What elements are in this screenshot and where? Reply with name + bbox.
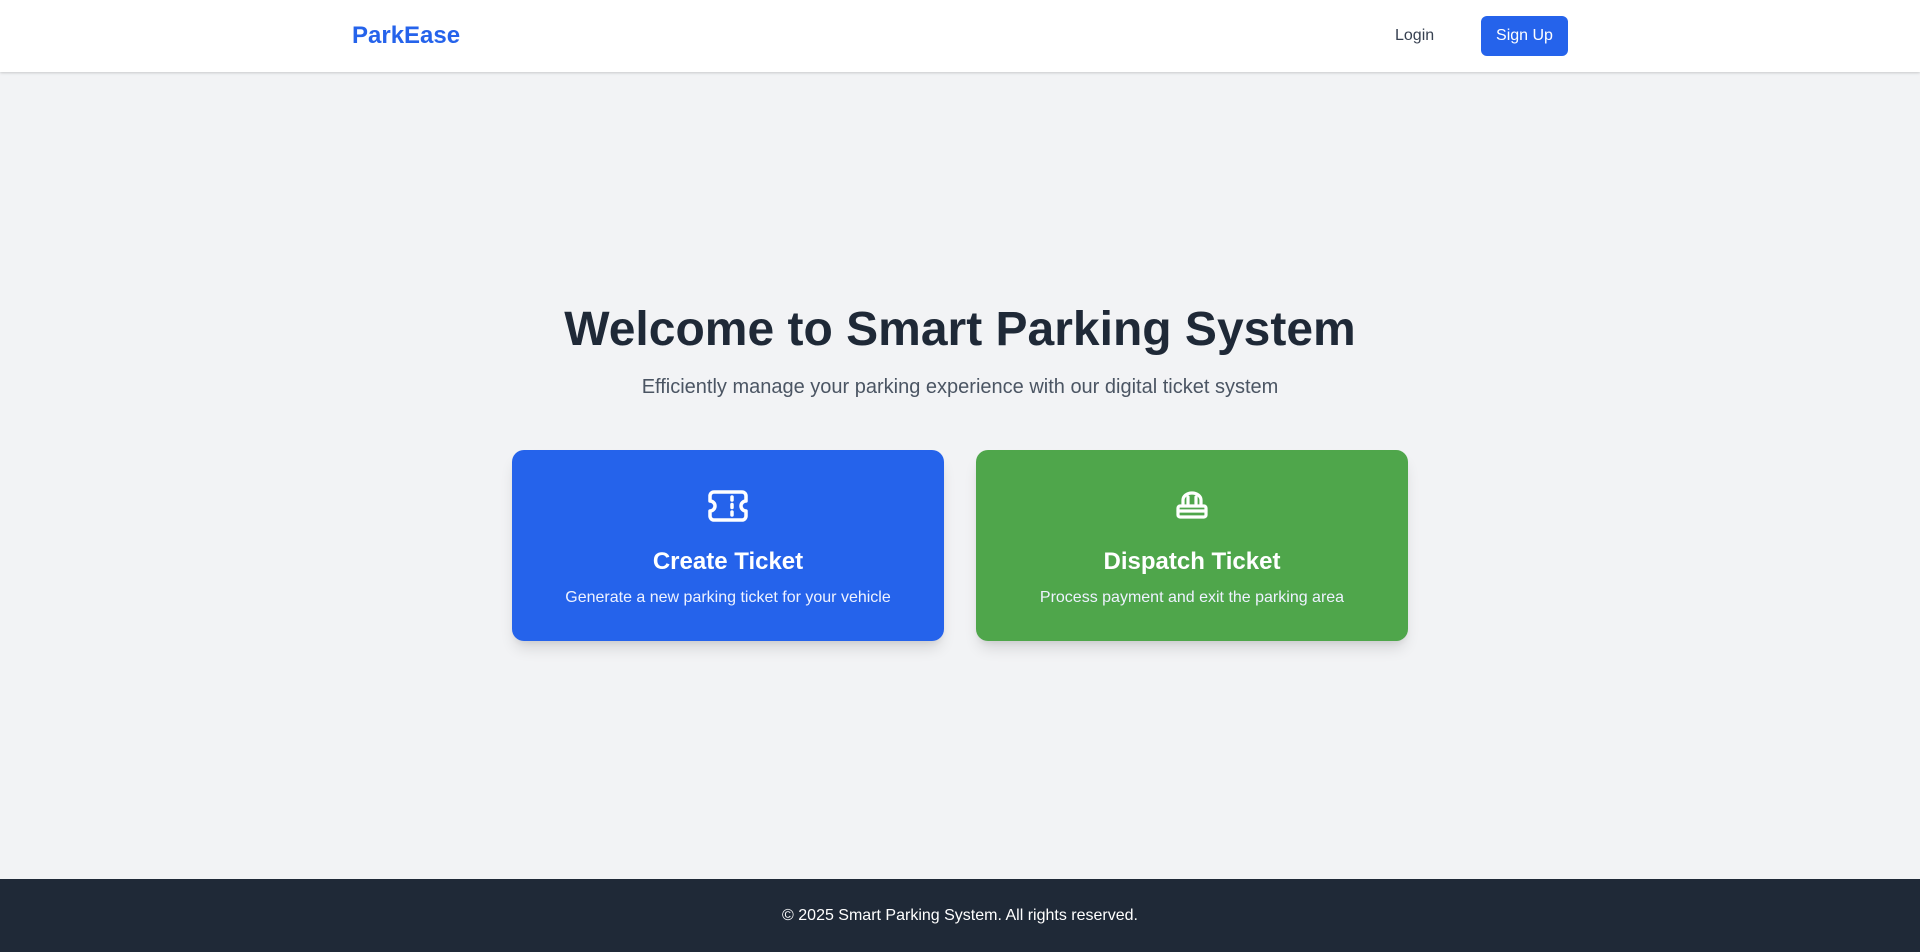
dispatch-ticket-card[interactable]: Dispatch Ticket Process payment and exit…: [976, 450, 1408, 641]
page-footer: © 2025 Smart Parking System. All rights …: [0, 879, 1920, 952]
signup-button[interactable]: Sign Up: [1481, 16, 1568, 56]
create-ticket-title: Create Ticket: [652, 548, 804, 575]
dispatch-ticket-title: Dispatch Ticket: [1103, 548, 1281, 575]
brand-logo-link[interactable]: ParkEase: [352, 20, 460, 52]
ticket-icon: [512, 488, 944, 524]
dispatch-ticket-description: Process payment and exit the parking are…: [1039, 589, 1345, 606]
login-link[interactable]: Login: [1395, 24, 1434, 48]
page-subtitle: Efficiently manage your parking experien…: [641, 376, 1279, 398]
create-ticket-card[interactable]: Create Ticket Generate a new parking tic…: [512, 450, 944, 641]
copyright-text: © 2025 Smart Parking System. All rights …: [782, 907, 1138, 924]
page-title: Welcome to Smart Parking System: [564, 303, 1356, 356]
top-navbar: ParkEase Login Sign Up: [0, 0, 1920, 72]
toll-booth-icon: [976, 488, 1408, 524]
create-ticket-description: Generate a new parking ticket for your v…: [565, 589, 891, 606]
